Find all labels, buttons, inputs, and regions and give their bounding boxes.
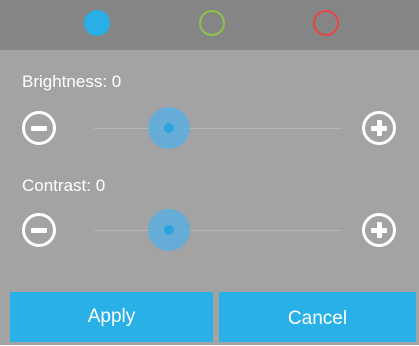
brightness-slider-thumb-core bbox=[164, 123, 174, 133]
contrast-increase-button[interactable] bbox=[362, 213, 396, 247]
contrast-decrease-button[interactable] bbox=[22, 213, 56, 247]
color-selector-bar bbox=[0, 0, 419, 50]
plus-circle-icon-vertical bbox=[376, 120, 382, 136]
plus-circle-icon-vertical bbox=[376, 222, 382, 238]
contrast-label-text: Contrast: 0 bbox=[22, 176, 106, 195]
brightness-decrease-button[interactable] bbox=[22, 111, 56, 145]
apply-button-label: Apply bbox=[87, 306, 136, 327]
cancel-button-label: Cancel bbox=[287, 308, 348, 329]
minus-circle-icon bbox=[31, 227, 47, 233]
brightness-label-text: Brightness: 0 bbox=[22, 72, 122, 91]
color-dot-blue[interactable] bbox=[84, 10, 110, 36]
color-dot-green[interactable] bbox=[199, 10, 225, 36]
cancel-button[interactable]: Cancel bbox=[219, 292, 416, 342]
minus-circle-icon bbox=[31, 125, 47, 131]
brightness-label: Brightness: 0 bbox=[22, 72, 121, 92]
brightness-increase-button[interactable] bbox=[362, 111, 396, 145]
contrast-slider-thumb[interactable] bbox=[148, 209, 190, 251]
contrast-slider-thumb-core bbox=[164, 225, 174, 235]
apply-button[interactable]: Apply bbox=[10, 292, 213, 342]
color-dot-red[interactable] bbox=[313, 10, 339, 36]
contrast-label: Contrast: 0 bbox=[22, 176, 105, 196]
adjustments-dialog: Brightness: 0 Contrast: 0 Apply Cancel bbox=[0, 0, 419, 345]
brightness-slider-track[interactable] bbox=[94, 128, 342, 129]
brightness-slider-thumb[interactable] bbox=[148, 107, 190, 149]
contrast-slider-track[interactable] bbox=[94, 230, 342, 231]
